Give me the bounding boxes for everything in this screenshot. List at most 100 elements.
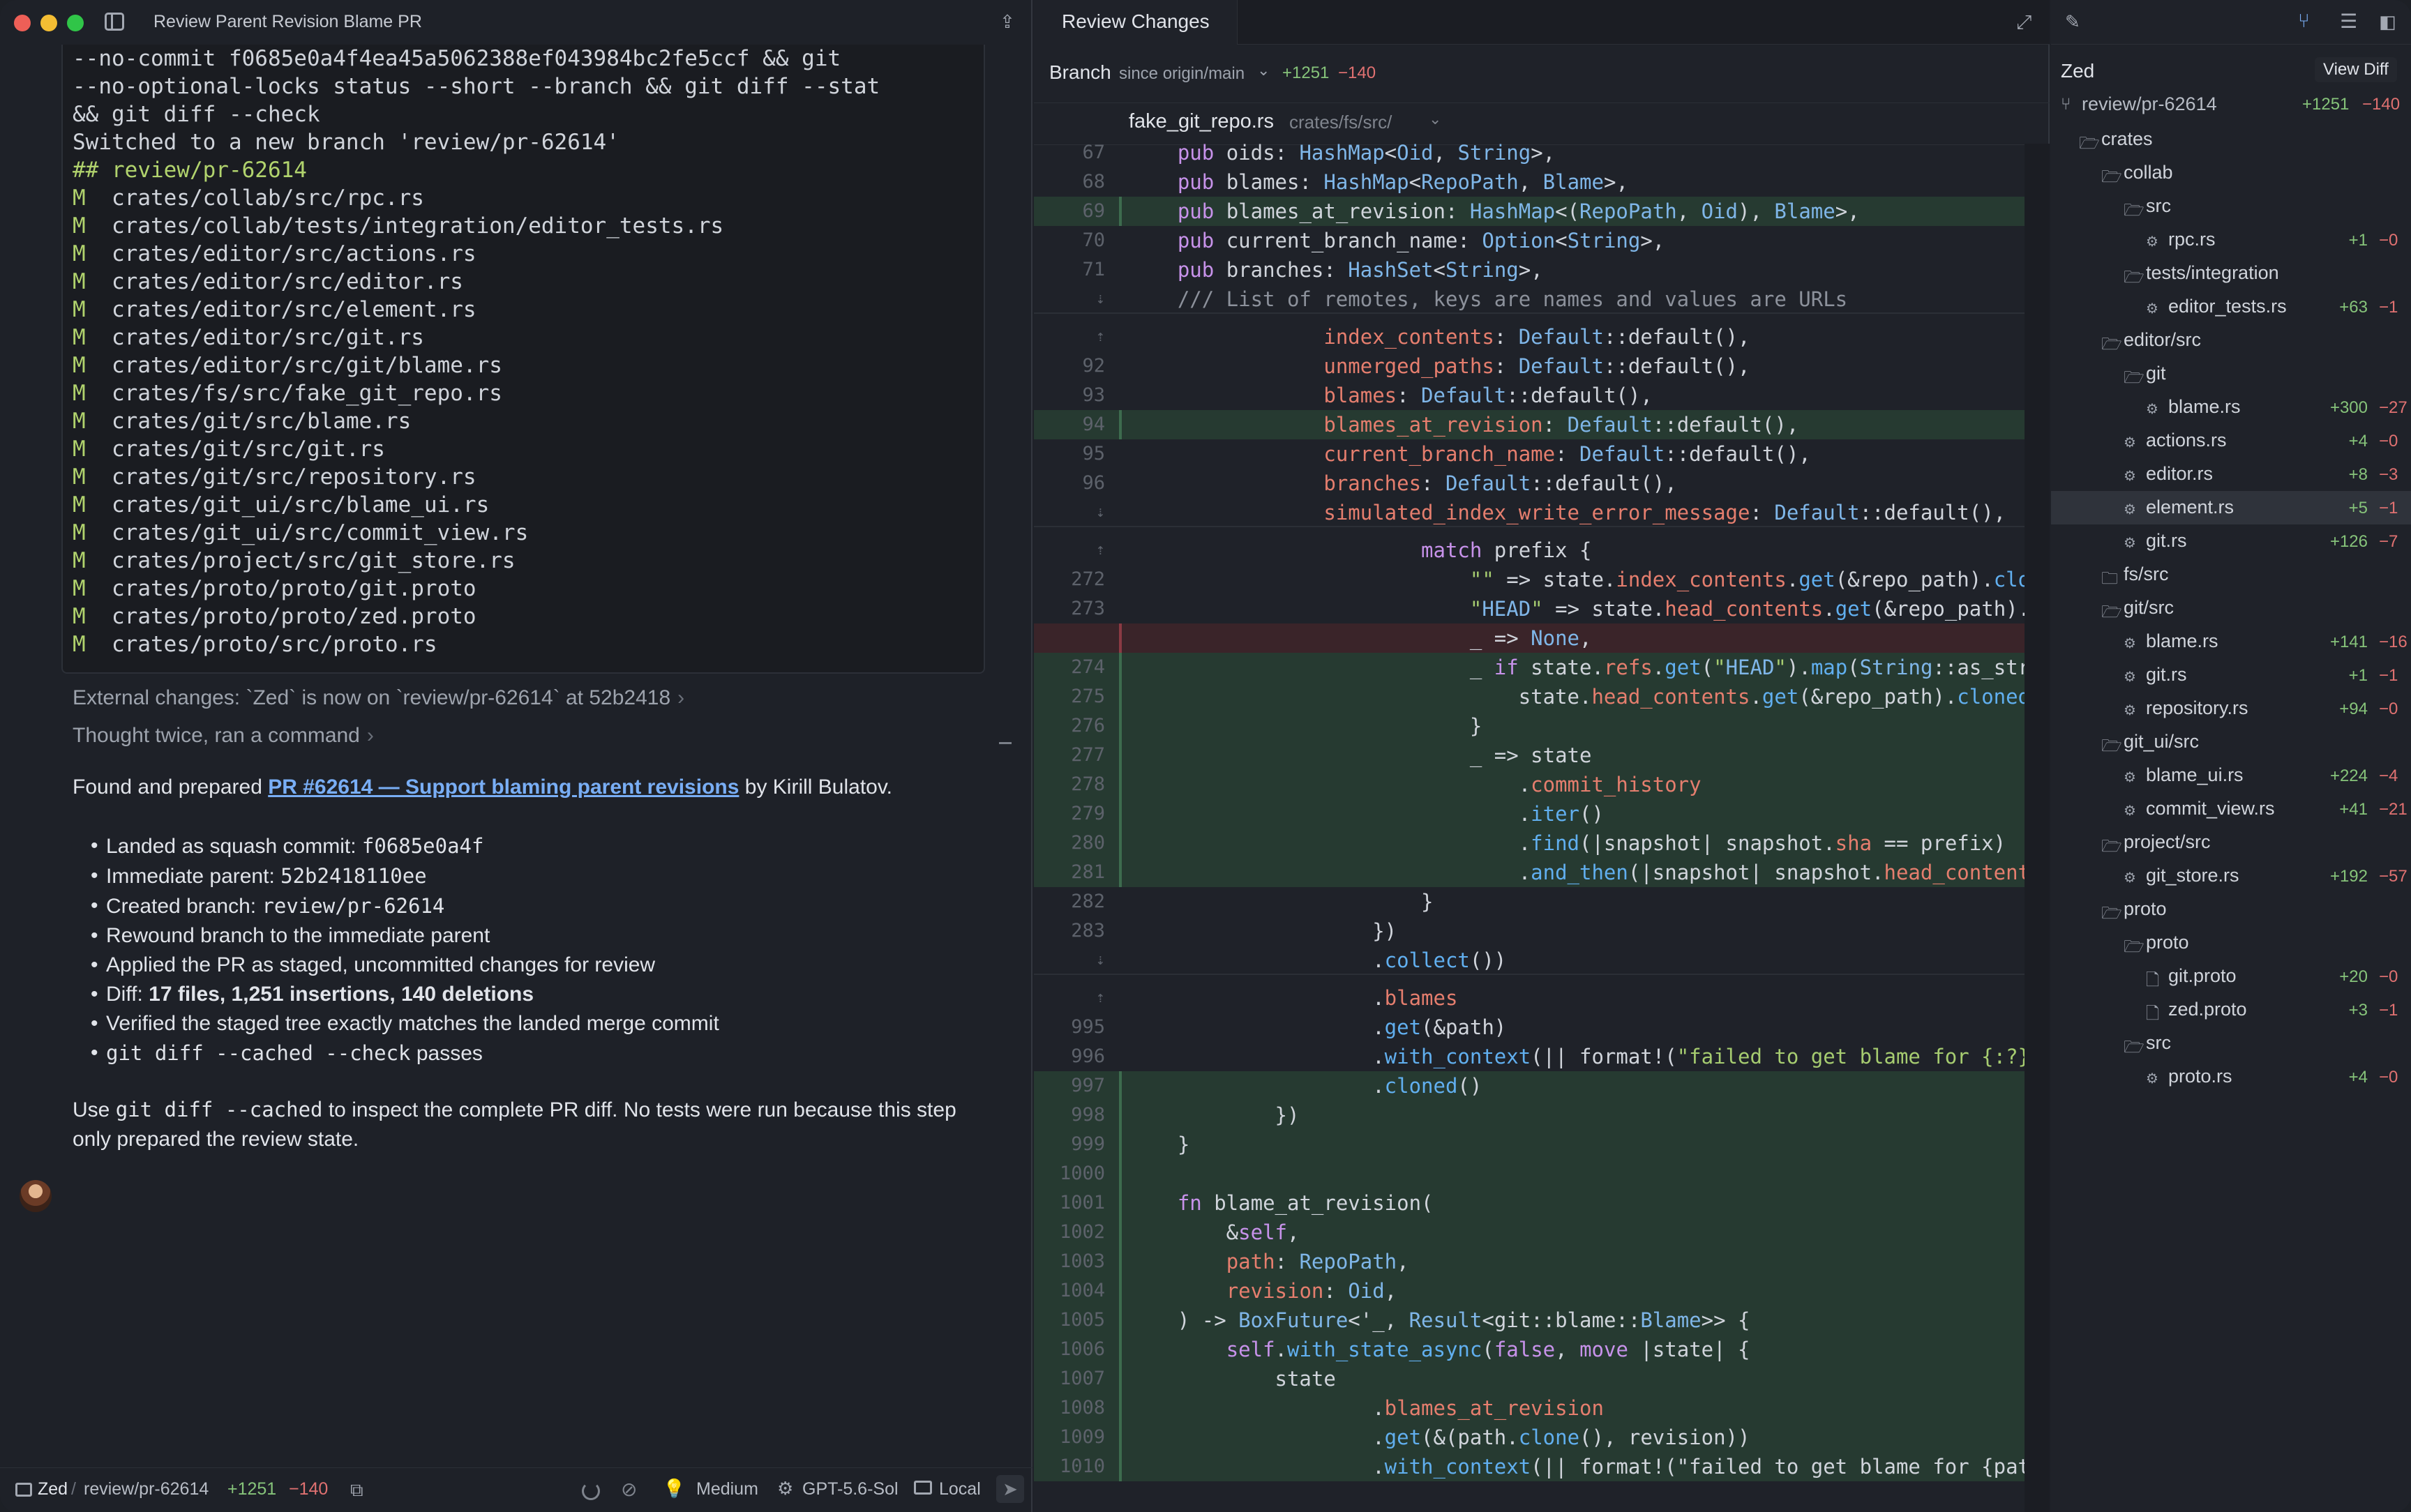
tree-item-label: editor/src bbox=[2124, 329, 2202, 350]
tree-item[interactable]: 🗁 tests/integration bbox=[2051, 257, 2411, 290]
expand-lines-icon[interactable]: ⇡ bbox=[1034, 322, 1105, 351]
file-header[interactable]: fake_git_repo.rs crates/fs/src/ ⌄ bbox=[1034, 103, 2050, 145]
panel-right-icon[interactable]: ◧ bbox=[2379, 11, 2396, 33]
tree-item[interactable]: ⚙ blame_ui.rs +224 −4 bbox=[2051, 759, 2411, 792]
tree-item-label: blame_ui.rs bbox=[2146, 764, 2244, 785]
open-review-icon[interactable]: ⧉ bbox=[350, 1479, 363, 1502]
tree-item[interactable]: ⚙ rpc.rs +1 −0 bbox=[2051, 223, 2411, 257]
code-text: self.with_state_async(false, move |state… bbox=[1226, 1338, 1750, 1361]
branch-since-selector[interactable]: since origin/main bbox=[1119, 64, 1245, 84]
tree-item[interactable]: 🗁 git_ui/src bbox=[2051, 725, 2411, 759]
edit-icon[interactable]: ✎ bbox=[2065, 11, 2080, 33]
tree-branch-name[interactable]: review/pr-62614 bbox=[2082, 93, 2217, 115]
external-changes-notice[interactable]: External changes: `Zed` is now on `revie… bbox=[73, 686, 684, 710]
rust-file-icon: ⚙ bbox=[2124, 770, 2136, 785]
expand-lines-icon[interactable]: ⇣ bbox=[1034, 498, 1105, 527]
sidebar-toggle-icon[interactable] bbox=[105, 13, 124, 31]
tree-item-deletions: −21 bbox=[2379, 800, 2408, 819]
eye-off-icon[interactable]: ⊘ bbox=[621, 1478, 637, 1501]
pr-link[interactable]: PR #62614 — Support blaming parent revis… bbox=[268, 776, 739, 799]
view-diff-button[interactable]: View Diff bbox=[2315, 57, 2397, 82]
tree-item[interactable]: 🗋 git.proto +20 −0 bbox=[2051, 960, 2411, 993]
chevron-down-icon[interactable]: ⌄ bbox=[1429, 110, 1441, 128]
diff-line: 272 "" => state.index_contents.get(&repo… bbox=[1034, 565, 2025, 594]
location-selector[interactable]: Local bbox=[939, 1479, 981, 1499]
git-branch-icon[interactable]: ⑂ bbox=[2298, 10, 2310, 32]
tree-item[interactable]: 🗋 zed.proto +3 −1 bbox=[2051, 993, 2411, 1027]
diff-gutter-marker bbox=[1119, 565, 1122, 594]
tree-item-additions: +41 bbox=[2339, 800, 2368, 819]
code-text: .get(&(path.clone(), revision)) bbox=[1129, 1426, 1750, 1449]
code-text: _ => state bbox=[1129, 743, 1592, 767]
line-number: 1008 bbox=[1059, 1397, 1105, 1419]
tree-item[interactable]: 🗁 git/src bbox=[2051, 591, 2411, 625]
tree-item[interactable]: 🗁 src bbox=[2051, 190, 2411, 223]
status-project[interactable]: Zed bbox=[38, 1479, 68, 1499]
expand-lines-icon[interactable]: ⇣ bbox=[1034, 946, 1105, 975]
tree-item[interactable]: ⚙ git_store.rs +192 −57 bbox=[2051, 859, 2411, 893]
tree-item[interactable]: 🗁 collab bbox=[2051, 156, 2411, 190]
diff-line: 278 .commit_history bbox=[1034, 770, 2025, 799]
expand-lines-icon[interactable]: ⇡ bbox=[1034, 983, 1105, 1013]
branch-bar: Branch since origin/main ⌄ +1251 −140 bbox=[1034, 45, 2050, 103]
model-selector[interactable]: GPT-5.6-Sol bbox=[802, 1479, 899, 1499]
expand-icon[interactable]: ⤢ bbox=[2016, 11, 2031, 34]
tree-item[interactable]: ⚙ blame.rs +300 −27 bbox=[2051, 391, 2411, 424]
scrollbar[interactable] bbox=[2025, 144, 2050, 1512]
tree-item[interactable]: ⚙ proto.rs +4 −0 bbox=[2051, 1060, 2411, 1094]
file-status-marker: M bbox=[73, 353, 86, 378]
tree-item[interactable]: ⚙ editor_tests.rs +63 −1 bbox=[2051, 290, 2411, 324]
changed-files-panel: ✎ ⑂ ☰ ◧ Zed View Diff ⑂ review/pr-62614 … bbox=[2051, 0, 2411, 1512]
tree-item[interactable]: ⚙ repository.rs +94 −0 bbox=[2051, 692, 2411, 725]
tree-item[interactable]: ⚙ commit_view.rs +41 −21 bbox=[2051, 792, 2411, 826]
close-window-button[interactable] bbox=[14, 15, 31, 31]
tree-item[interactable]: ⚙ actions.rs +4 −0 bbox=[2051, 424, 2411, 458]
expand-lines-icon[interactable]: ⇡ bbox=[1034, 536, 1105, 565]
tree-item[interactable]: 🗁 crates bbox=[2051, 123, 2411, 156]
tree-item[interactable]: 🗁 src bbox=[2051, 1027, 2411, 1060]
tree-item[interactable]: ⚙ element.rs +5 −1 bbox=[2051, 491, 2411, 524]
tree-item[interactable]: 🗁 proto bbox=[2051, 893, 2411, 926]
tree-item[interactable]: 🗁 project/src bbox=[2051, 826, 2411, 859]
send-icon[interactable]: ➤ bbox=[996, 1475, 1024, 1503]
status-branch[interactable]: review/pr-62614 bbox=[84, 1479, 209, 1499]
bullet-text: Rewound branch to the immediate parent bbox=[106, 924, 490, 947]
collapse-icon[interactable] bbox=[999, 742, 1012, 744]
file-status-marker: M bbox=[73, 409, 86, 434]
share-icon[interactable]: ⇪ bbox=[1000, 11, 1019, 32]
minimize-window-button[interactable] bbox=[40, 15, 57, 31]
tree-item[interactable]: ⚙ git.rs +1 −1 bbox=[2051, 658, 2411, 692]
code-text: state bbox=[1129, 1367, 1336, 1391]
line-number: 95 bbox=[1082, 443, 1105, 464]
tab-review-changes[interactable]: Review Changes bbox=[1034, 0, 1238, 45]
code-text: .find(|snapshot| snapshot.sha == prefix) bbox=[1129, 831, 2006, 855]
tree-item[interactable]: 🗁 proto bbox=[2051, 926, 2411, 960]
diff-gutter-marker bbox=[1119, 711, 1122, 741]
maximize-window-button[interactable] bbox=[67, 15, 84, 31]
chevron-down-icon[interactable]: ⌄ bbox=[1257, 61, 1270, 80]
tree-item[interactable]: ⚙ blame.rs +141 −16 bbox=[2051, 625, 2411, 658]
tree-item[interactable]: 🗁 editor/src bbox=[2051, 324, 2411, 357]
tree-item[interactable]: 🗀 fs/src bbox=[2051, 558, 2411, 591]
file-name[interactable]: fake_git_repo.rs bbox=[1129, 110, 1274, 133]
tree-item[interactable]: ⚙ git.rs +126 −7 bbox=[2051, 524, 2411, 558]
diff-editor[interactable]: 67 pub oids: HashMap<Oid, String>, 68 pub… bbox=[1034, 144, 2025, 1512]
tree-item[interactable]: 🗁 git bbox=[2051, 357, 2411, 391]
lightbulb-icon[interactable]: 💡 bbox=[663, 1478, 685, 1499]
diff-gutter-marker bbox=[1119, 197, 1122, 226]
thinking-mode-selector[interactable]: Medium bbox=[696, 1479, 758, 1499]
code-text: .collect()) bbox=[1129, 948, 1507, 972]
code-text: pub blames: HashMap<RepoPath, Blame>, bbox=[1177, 170, 1628, 194]
terminal-line-text: crates/editor/src/git.rs bbox=[112, 325, 424, 350]
diff-gutter-marker bbox=[1119, 144, 1122, 167]
expand-lines-icon[interactable]: ⇣ bbox=[1034, 285, 1105, 314]
avatar[interactable] bbox=[20, 1180, 52, 1212]
diff-gutter-marker bbox=[1119, 1188, 1122, 1218]
tree-item[interactable]: ⚙ editor.rs +8 −3 bbox=[2051, 458, 2411, 491]
tree-branch-deletions: −140 bbox=[2362, 95, 2401, 114]
diff-line: 281 .and_then(|snapshot| snapshot.head_c… bbox=[1034, 858, 2025, 887]
folder-icon bbox=[15, 1483, 32, 1497]
terminal-line: ## review/pr-62614 bbox=[73, 156, 984, 184]
thought-disclosure[interactable]: Thought twice, ran a command › bbox=[73, 724, 374, 748]
list-tree-icon[interactable]: ☰ bbox=[2340, 10, 2357, 33]
